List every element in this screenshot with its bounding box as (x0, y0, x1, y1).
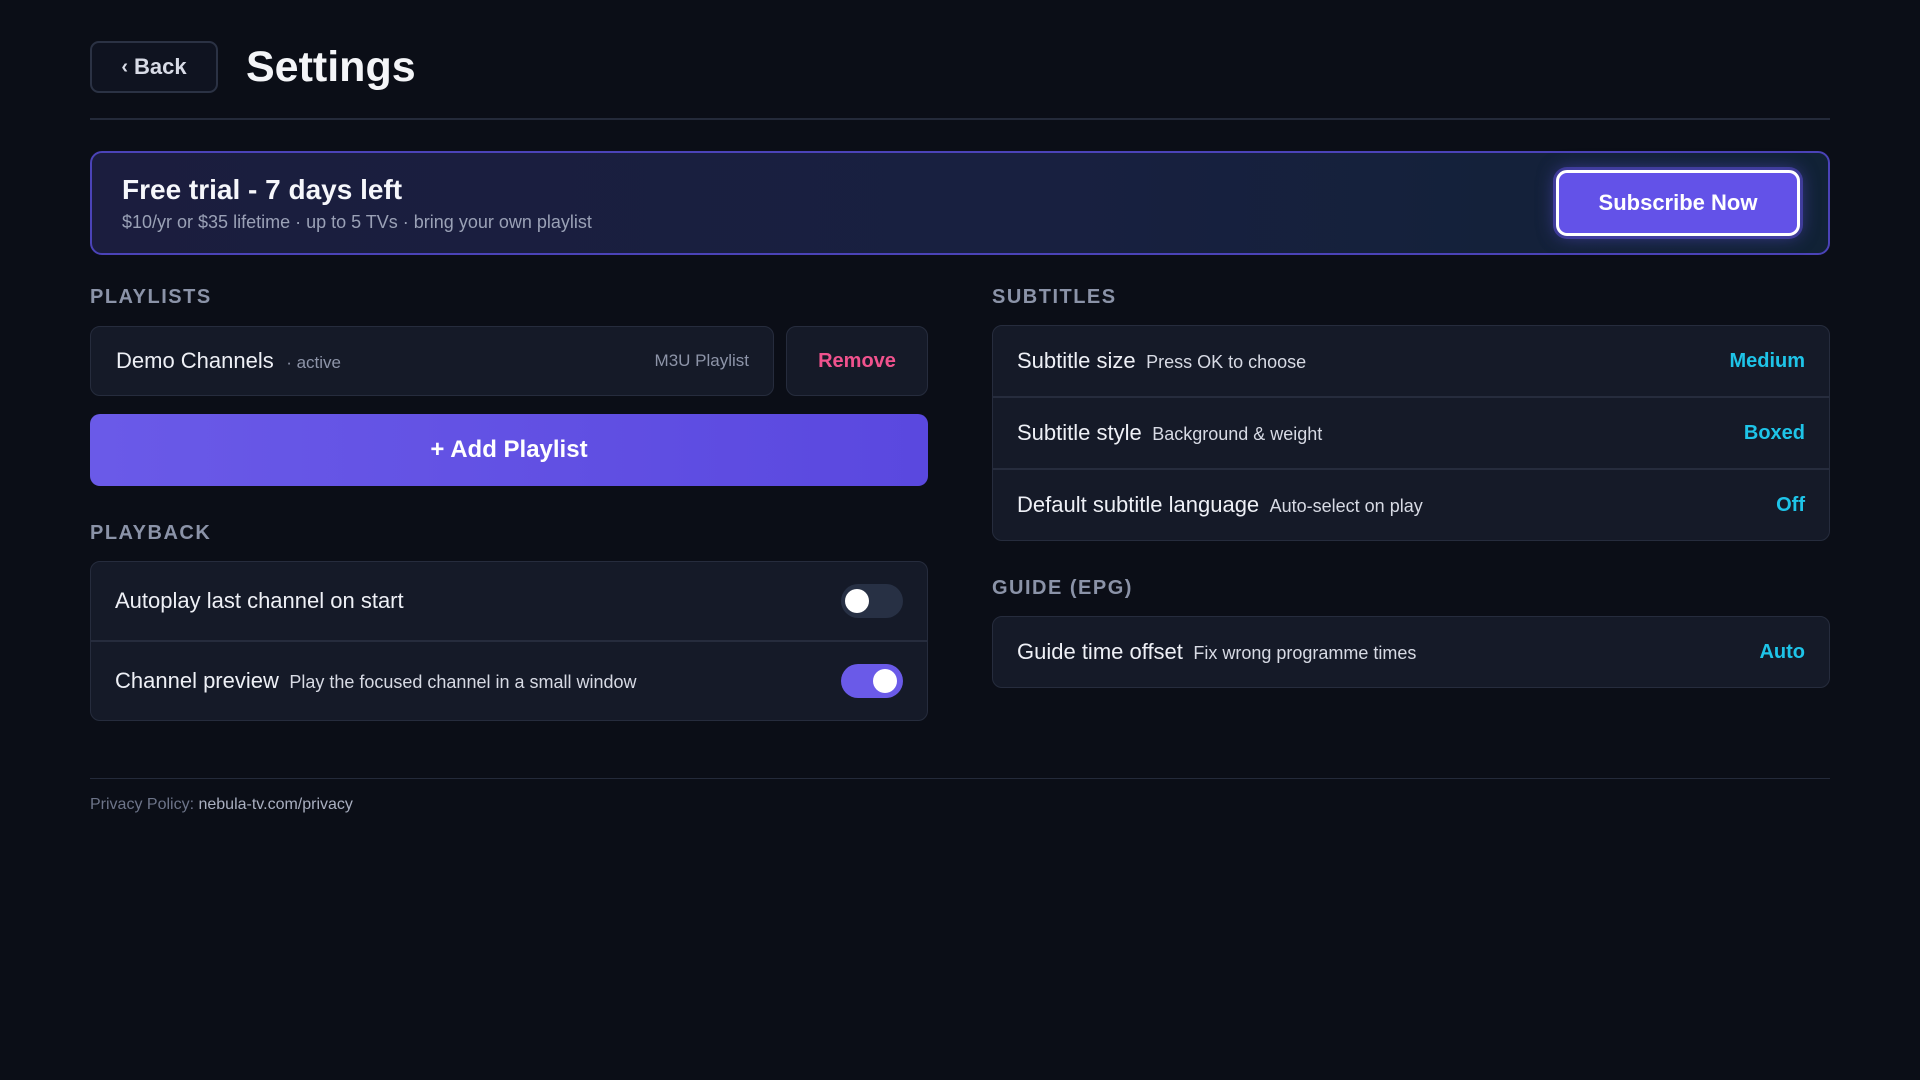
privacy-label: Privacy Policy: (90, 796, 195, 813)
guide-offset-setting[interactable]: Guide time offset Fix wrong programme ti… (992, 616, 1830, 688)
subtitle-language-text: Default subtitle language Auto-select on… (1017, 492, 1423, 518)
chevron-left-icon: ‹ (121, 55, 129, 78)
playlist-type: M3U Playlist (654, 351, 749, 370)
setting-hint: Press OK to choose (1146, 352, 1307, 372)
subtitle-size-setting[interactable]: Subtitle size Press OK to choose Medium (992, 325, 1830, 397)
trial-text: Free trial - 7 days left $10/yr or $35 l… (122, 174, 592, 233)
setting-value: Medium (1729, 349, 1805, 372)
playlist-status: · active (286, 353, 341, 372)
channel-preview-setting[interactable]: Channel preview Play the focused channel… (90, 641, 928, 721)
setting-hint: Background & weight (1152, 424, 1323, 444)
setting-label: Autoplay last channel on start (115, 588, 404, 613)
trial-title: Free trial - 7 days left (122, 173, 403, 205)
settings-page: ‹ Back Settings Free trial - 7 days left… (90, 40, 1830, 721)
footer-divider (90, 778, 1830, 779)
subscribe-button[interactable]: Subscribe Now (1556, 170, 1800, 236)
playlist-item[interactable]: Demo Channels · active M3U Playlist (90, 326, 774, 396)
settings-columns: PLAYLISTS Demo Channels · active M3U Pla… (90, 286, 1830, 721)
subtitle-style-text: Subtitle style Background & weight (1017, 420, 1322, 446)
playlist-info: Demo Channels · active (116, 348, 341, 374)
header: ‹ Back Settings (90, 40, 1830, 94)
toggle-knob (873, 669, 897, 693)
playlists-section-label: PLAYLISTS (90, 286, 212, 308)
trial-subtitle: $10/yr or $35 lifetime · up to 5 TVs · b… (122, 211, 592, 232)
privacy-link[interactable]: nebula-tv.com/privacy (198, 796, 352, 813)
setting-label: Channel preview (115, 668, 279, 693)
setting-label: Subtitle size (1017, 348, 1136, 373)
setting-value: Boxed (1743, 421, 1805, 444)
channel-preview-setting-text: Channel preview Play the focused channel… (115, 668, 637, 694)
guide-section-label: GUIDE (EPG) (992, 577, 1133, 599)
back-button[interactable]: ‹ Back (90, 41, 218, 93)
subtitle-language-setting[interactable]: Default subtitle language Auto-select on… (992, 469, 1830, 541)
setting-value: Off (1776, 493, 1805, 516)
left-column: PLAYLISTS Demo Channels · active M3U Pla… (90, 286, 928, 721)
subtitle-style-setting[interactable]: Subtitle style Background & weight Boxed (992, 397, 1830, 469)
toggle-knob (845, 589, 869, 613)
autoplay-toggle[interactable] (841, 584, 903, 618)
autoplay-setting[interactable]: Autoplay last channel on start (90, 561, 928, 641)
guide-settings: Guide time offset Fix wrong programme ti… (992, 616, 1830, 688)
header-divider (90, 118, 1830, 120)
playback-settings: Autoplay last channel on start Channel p… (90, 561, 928, 721)
remove-playlist-button[interactable]: Remove (786, 326, 928, 396)
setting-hint: Auto-select on play (1269, 496, 1423, 516)
add-playlist-button[interactable]: + Add Playlist (90, 414, 928, 486)
trial-banner: Free trial - 7 days left $10/yr or $35 l… (90, 151, 1830, 255)
playlist-row: Demo Channels · active M3U Playlist Remo… (90, 326, 928, 396)
subtitles-section-label: SUBTITLES (992, 286, 1117, 308)
subtitle-size-text: Subtitle size Press OK to choose (1017, 348, 1306, 374)
setting-label: Default subtitle language (1017, 492, 1260, 517)
subtitle-settings: Subtitle size Press OK to choose Medium … (992, 325, 1830, 541)
page-title: Settings (246, 42, 416, 91)
back-button-label: Back (134, 54, 187, 79)
autoplay-setting-text: Autoplay last channel on start (115, 588, 404, 614)
footer: Privacy Policy: nebula-tv.com/privacy (90, 796, 353, 814)
setting-hint: Fix wrong programme times (1193, 643, 1417, 663)
setting-label: Guide time offset (1017, 639, 1183, 664)
setting-label: Subtitle style (1017, 420, 1142, 445)
guide-offset-text: Guide time offset Fix wrong programme ti… (1017, 639, 1416, 665)
setting-value: Auto (1759, 640, 1805, 663)
channel-preview-toggle[interactable] (841, 664, 903, 698)
right-column: SUBTITLES Subtitle size Press OK to choo… (992, 286, 1830, 721)
setting-hint: Play the focused channel in a small wind… (289, 672, 637, 692)
playlist-name: Demo Channels (116, 348, 274, 373)
playback-section-label: PLAYBACK (90, 522, 212, 544)
